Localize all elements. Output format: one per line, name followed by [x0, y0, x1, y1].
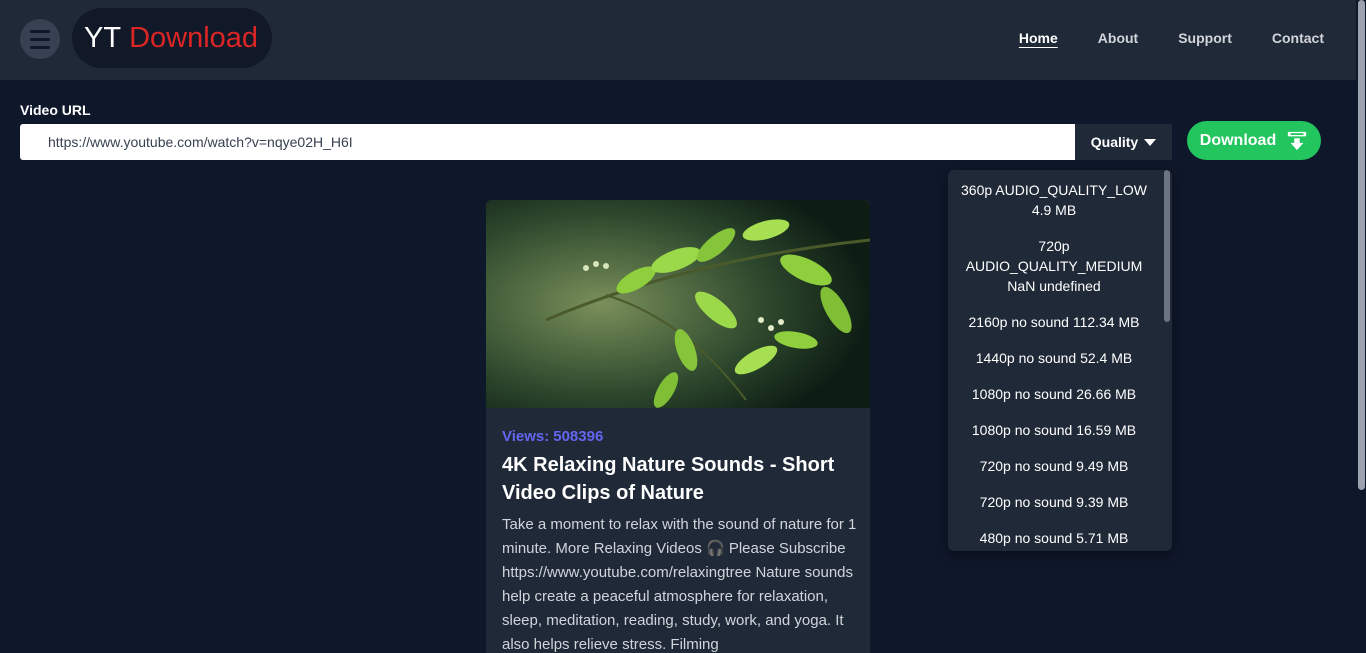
quality-option[interactable]: 720p AUDIO_QUALITY_MEDIUM NaN undefined	[948, 228, 1160, 304]
video-title: 4K Relaxing Nature Sounds - Short Video …	[502, 454, 835, 504]
caret-down-icon	[1144, 138, 1157, 146]
video-description: Take a moment to relax with the sound of…	[502, 516, 857, 653]
nav-link-support[interactable]: Support	[1178, 30, 1232, 46]
logo-yt-text: YT	[84, 21, 122, 54]
download-button[interactable]: Download	[1187, 121, 1321, 160]
logo-download-text: Download	[129, 21, 259, 54]
hamburger-menu-icon[interactable]	[20, 19, 60, 59]
menu-line	[30, 45, 50, 49]
nav-link-home[interactable]: Home	[1019, 30, 1058, 46]
site-logo[interactable]: YT Download	[72, 8, 272, 68]
download-icon	[1288, 131, 1307, 150]
quality-option[interactable]: 1440p no sound 52.4 MB	[948, 340, 1160, 376]
quality-dropdown-button[interactable]: Quality	[1075, 124, 1172, 160]
quality-label: Quality	[1090, 134, 1139, 150]
menu-line	[30, 37, 50, 41]
leaf-branch-illustration	[486, 200, 870, 408]
video-url-label: Video URL	[20, 102, 91, 118]
quality-option[interactable]: 720p no sound 9.49 MB	[948, 448, 1160, 484]
video-url-input[interactable]	[20, 124, 1075, 160]
page-scrollbar-thumb[interactable]	[1358, 0, 1365, 490]
nav-links: Home About Support Contact	[1019, 30, 1324, 46]
video-card: Views: 508396 4K Relaxing Nature Sounds -…	[486, 200, 870, 653]
navbar: YT Download Home About Support Contact	[0, 0, 1356, 80]
video-thumbnail	[486, 200, 870, 408]
quality-dropdown-menu: 360p AUDIO_QUALITY_LOW 4.9 MB 720p AUDIO…	[948, 170, 1172, 551]
views-label: Views:	[502, 428, 550, 445]
quality-option[interactable]: 360p AUDIO_QUALITY_LOW 4.9 MB	[948, 170, 1160, 228]
quality-option[interactable]: 720p no sound 9.39 MB	[948, 484, 1160, 520]
menu-line	[30, 29, 50, 33]
download-button-label: Download	[1199, 131, 1277, 149]
quality-option[interactable]: 1080p no sound 16.59 MB	[948, 412, 1160, 448]
quality-option[interactable]: 2160p no sound 112.34 MB	[948, 304, 1160, 340]
quality-option[interactable]: 1080p no sound 26.66 MB	[948, 376, 1160, 412]
quality-option[interactable]: 480p no sound 5.71 MB	[948, 520, 1160, 551]
nav-link-contact[interactable]: Contact	[1272, 30, 1324, 46]
quality-options-list: 360p AUDIO_QUALITY_LOW 4.9 MB 720p AUDIO…	[948, 170, 1160, 551]
dropdown-scrollbar-thumb[interactable]	[1164, 170, 1170, 322]
video-views: Views: 508396	[502, 428, 603, 445]
nav-link-about[interactable]: About	[1098, 30, 1138, 46]
views-count: 508396	[553, 428, 604, 445]
